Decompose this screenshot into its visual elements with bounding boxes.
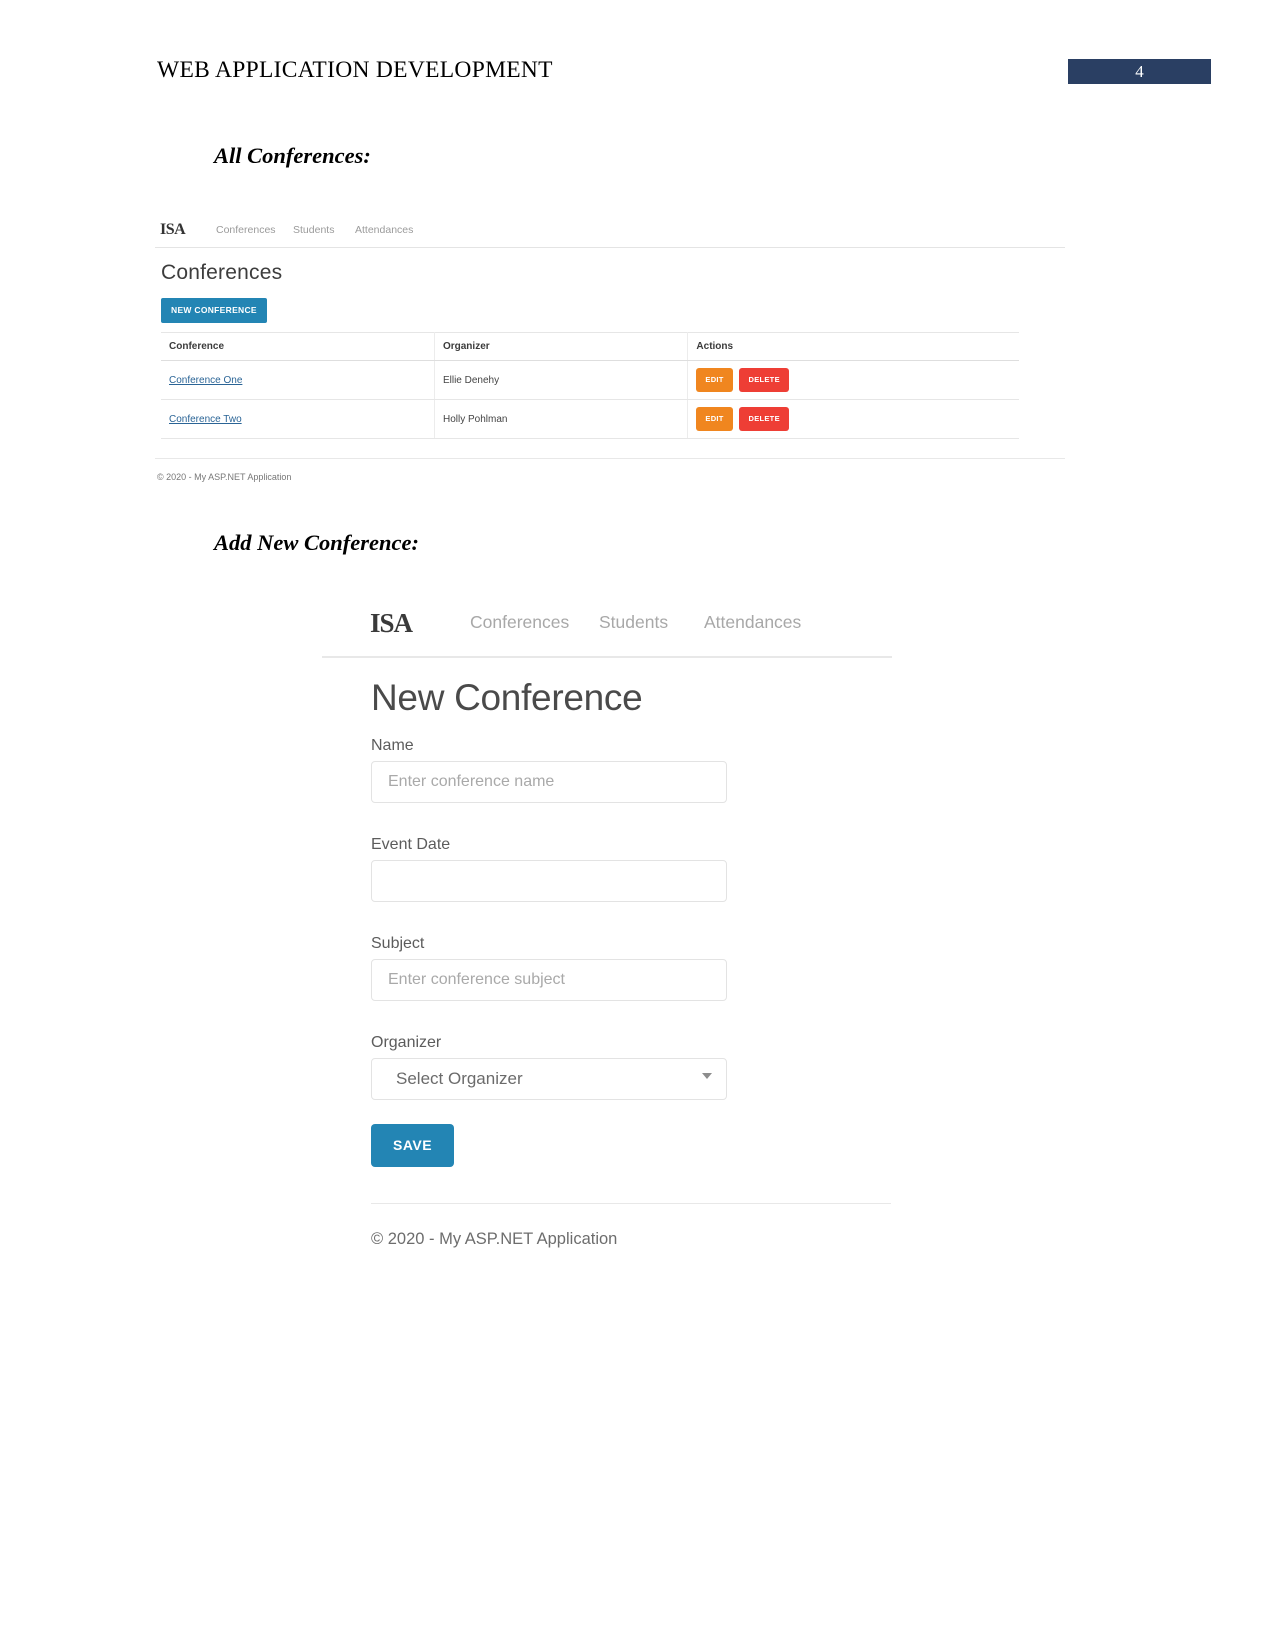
label-subject: Subject [371, 935, 425, 952]
nav-link-conferences[interactable]: Conferences [470, 612, 569, 633]
page-title: WEB APPLICATION DEVELOPMENT [157, 57, 553, 83]
label-event-date: Event Date [371, 836, 451, 853]
page-number-badge: 4 [1068, 59, 1211, 84]
column-header-organizer: Organizer [434, 332, 689, 361]
section-heading-all-conferences: All Conferences: [214, 143, 371, 168]
form-heading: New Conference [371, 677, 643, 718]
nav-link-attendances[interactable]: Attendances [355, 224, 413, 236]
name-input[interactable] [371, 761, 727, 803]
document-header: WEB APPLICATION DEVELOPMENT 4 [0, 0, 1275, 110]
conferences-heading: Conferences [161, 261, 283, 284]
organizer-select[interactable]: Select Organizer [371, 1058, 727, 1100]
nav-link-students[interactable]: Students [293, 224, 334, 236]
screenshot-new-conference-form: ISA Conferences Students Attendances New… [322, 590, 892, 1280]
edit-button[interactable]: EDIT [696, 368, 733, 392]
column-header-actions: Actions [687, 332, 1019, 361]
subject-input[interactable] [371, 959, 727, 1001]
edit-button[interactable]: EDIT [696, 407, 733, 431]
table-row: Conference Two Holly Pohlman EDIT DELETE [161, 399, 1019, 439]
app-footer-text: © 2020 - My ASP.NET Application [157, 472, 292, 482]
app-navbar: ISA Conferences Students Attendances [322, 590, 892, 658]
app-navbar: ISA Conferences Students Attendances [155, 210, 1065, 248]
conference-link[interactable]: Conference One [169, 375, 242, 386]
save-button[interactable]: SAVE [371, 1124, 455, 1167]
organizer-select-value: Select Organizer [396, 1069, 523, 1088]
event-date-input[interactable] [371, 860, 727, 902]
conferences-table: Conference Organizer Actions Conference … [161, 332, 1019, 439]
label-organizer: Organizer [371, 1034, 442, 1051]
screenshot-conferences-list: ISA Conferences Students Attendances Con… [155, 210, 1065, 495]
nav-link-attendances[interactable]: Attendances [704, 612, 801, 633]
nav-link-students[interactable]: Students [599, 612, 668, 633]
footer-divider [155, 458, 1065, 459]
organizer-cell: Holly Pohlman [434, 399, 689, 439]
label-name: Name [371, 737, 414, 754]
app-footer-text: © 2020 - My ASP.NET Application [371, 1230, 618, 1248]
delete-button[interactable]: DELETE [739, 407, 789, 431]
brand-logo[interactable]: ISA [160, 221, 186, 239]
conference-link[interactable]: Conference Two [169, 414, 242, 425]
organizer-cell: Ellie Denehy [434, 360, 689, 400]
new-conference-button[interactable]: NEW CONFERENCE [161, 298, 267, 323]
footer-divider [371, 1203, 891, 1204]
table-header-row: Conference Organizer Actions [161, 332, 1019, 361]
column-header-conference: Conference [161, 332, 435, 361]
brand-logo[interactable]: ISA [370, 608, 413, 639]
chevron-down-icon [702, 1073, 712, 1079]
delete-button[interactable]: DELETE [739, 368, 789, 392]
nav-link-conferences[interactable]: Conferences [216, 224, 276, 236]
section-heading-add-new-conference: Add New Conference: [214, 530, 419, 555]
table-row: Conference One Ellie Denehy EDIT DELETE [161, 360, 1019, 400]
